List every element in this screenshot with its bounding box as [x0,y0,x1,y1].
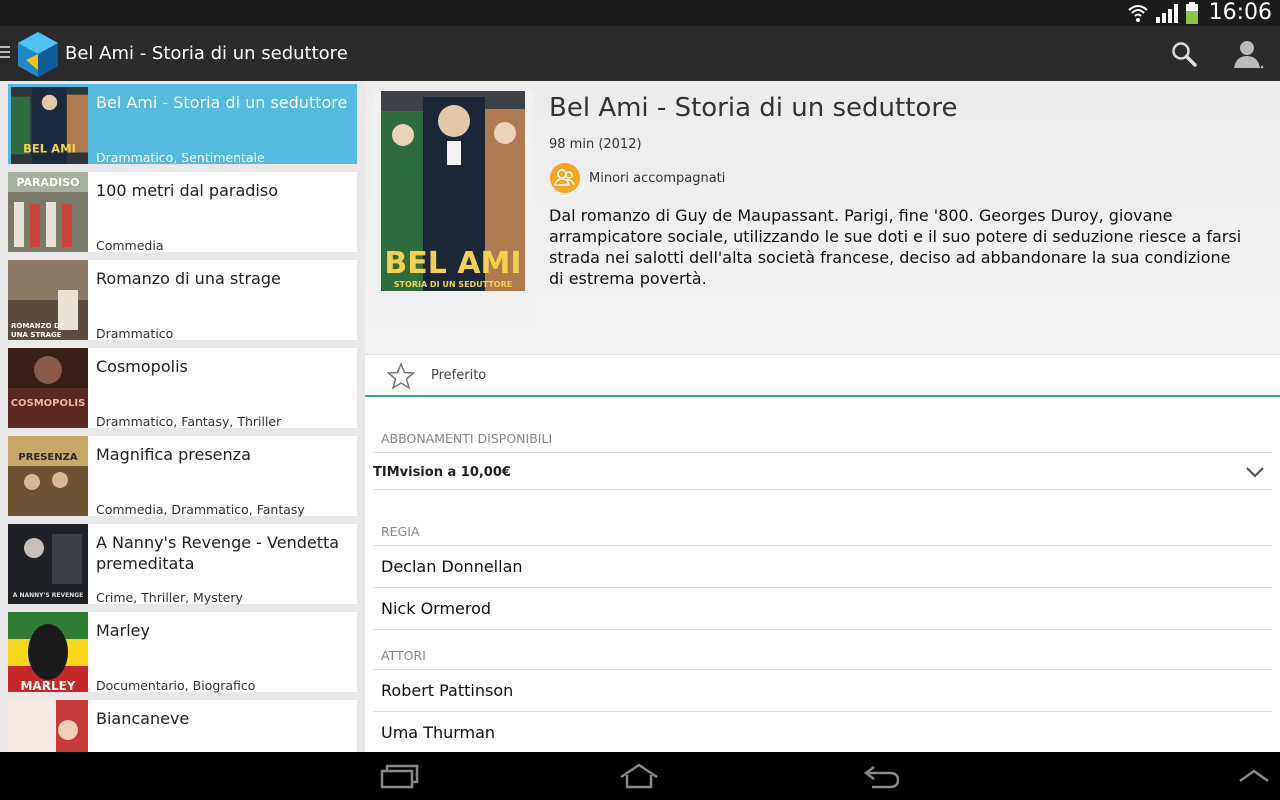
chevron-up-icon[interactable] [1236,761,1276,791]
svg-text:ROMANZO DI: ROMANZO DI [11,322,62,330]
poster-thumbnail: BEL AMI [11,87,88,164]
subscription-dropdown[interactable]: TIMvision a 10,00€ [373,453,1272,490]
list-item-title: Cosmopolis [96,357,188,376]
parental-rating-icon [550,163,580,193]
list-item-title: Biancaneve [96,709,190,728]
chevron-down-icon[interactable] [1244,461,1266,483]
poster-thumbnail [8,700,88,752]
svg-text:STORIA DI UN SEDUTTORE: STORIA DI UN SEDUTTORE [394,280,512,289]
clock: 16:06 [1208,0,1272,25]
favorite-label[interactable]: Preferito [431,368,486,383]
list-item-genres: Crime, Thriller, Mystery [96,590,243,605]
svg-text:MARLEY: MARLEY [20,679,75,692]
home-icon[interactable] [619,761,659,791]
svg-text:PARADISO: PARADISO [16,176,79,189]
search-icon[interactable] [1170,40,1198,68]
list-item-title: Romanzo di una strage [96,269,281,288]
signal-icon [1155,4,1178,23]
movie-description: Dal romanzo di Guy de Maupassant. Parigi… [549,206,1242,288]
detail-header: BEL AMI STORIA DI UN SEDUTTORE Bel Ami -… [365,81,1280,354]
list-item[interactable]: A NANNY'S REVENGE A Nanny's Revenge - Ve… [8,524,357,605]
app-title: Bel Ami - Storia di un seduttore [65,43,348,64]
list-item-title: Magnifica presenza [96,445,251,464]
svg-text:BEL AMI: BEL AMI [23,141,76,155]
movie-poster: BEL AMI STORIA DI UN SEDUTTORE [373,91,533,329]
subscriptions-header: ABBONAMENTI DISPONIBILI [373,424,1272,453]
list-item-genres: Commedia, Drammatico, Fantasy [96,502,305,517]
svg-text:A NANNY'S REVENGE: A NANNY'S REVENGE [13,592,84,599]
poster-thumbnail: ROMANZO DI UNA STRAGE [8,260,88,340]
subscription-selected: TIMvision a 10,00€ [373,465,511,480]
navigation-bar [0,752,1280,800]
poster-thumbnail: PARADISO [8,172,88,252]
star-icon[interactable] [387,362,415,390]
poster-thumbnail: COSMOPOLIS [8,348,88,428]
svg-text:UNA STRAGE: UNA STRAGE [11,331,62,339]
list-item[interactable]: PARADISO 100 metri dal paradiso Commedia [8,172,357,253]
list-item-genres: Drammatico, Fantasy, Thriller [96,414,282,429]
list-item-genres: Documentario, Biografico [96,678,256,693]
parental-rating-label: Minori accompagnati [589,171,726,186]
movie-title: Bel Ami - Storia di un seduttore [549,93,958,123]
list-item[interactable]: PRESENZA Magnifica presenza Commedia, Dr… [8,436,357,517]
recent-apps-icon[interactable] [380,761,420,791]
drawer-icon[interactable] [0,46,10,60]
list-item[interactable]: Biancaneve [8,700,357,752]
poster-thumbnail: PRESENZA [8,436,88,516]
action-bar: Bel Ami - Storia di un seduttore [0,26,1280,81]
wifi-icon [1127,5,1148,22]
battery-icon [1185,2,1198,24]
list-item-title: A Nanny's Revenge - Vendetta premeditata [96,533,340,573]
actor-row[interactable]: Uma Thurman [373,712,1272,752]
back-icon[interactable] [862,761,902,791]
director-header: REGIA [373,517,1272,546]
svg-text:PRESENZA: PRESENZA [18,452,78,463]
poster-thumbnail: MARLEY [8,612,88,692]
actors-header: ATTORI [373,641,1272,670]
director-row[interactable]: Nick Ormerod [373,588,1272,630]
list-item[interactable]: ROMANZO DI UNA STRAGE Romanzo di una str… [8,260,357,341]
director-row[interactable]: Declan Donnellan [373,546,1272,588]
movie-list[interactable]: BEL AMI Bel Ami - Storia di un seduttore… [0,81,365,752]
svg-text:BEL AMI: BEL AMI [384,246,521,281]
actors-section: ATTORI Robert Pattinson Uma Thurman [373,641,1272,752]
list-item[interactable]: COSMOPOLIS Cosmopolis Drammatico, Fantas… [8,348,357,429]
actor-row[interactable]: Robert Pattinson [373,670,1272,712]
account-icon[interactable] [1230,38,1266,70]
favorite-bar[interactable]: Preferito [365,354,1280,397]
movie-duration-year: 98 min (2012) [549,137,642,152]
list-item[interactable]: BEL AMI Bel Ami - Storia di un seduttore… [8,84,357,165]
status-bar: 16:06 [0,0,1280,26]
list-item-title: Bel Ami - Storia di un seduttore [96,93,348,112]
movie-detail: BEL AMI STORIA DI UN SEDUTTORE Bel Ami -… [365,81,1280,752]
list-item[interactable]: MARLEY Marley Documentario, Biografico [8,612,357,693]
list-item-title: 100 metri dal paradiso [96,181,278,200]
director-section: REGIA Declan Donnellan Nick Ormerod [373,517,1272,630]
list-item-title: Marley [96,621,150,640]
subscriptions-section: ABBONAMENTI DISPONIBILI [373,424,1272,453]
list-item-genres: Commedia [96,238,164,253]
poster-thumbnail: A NANNY'S REVENGE [8,524,88,604]
svg-text:COSMOPOLIS: COSMOPOLIS [11,398,86,409]
status-icons: 16:06 [1127,0,1272,26]
list-item-genres: Drammatico [96,326,174,341]
app-logo-icon[interactable] [16,30,60,78]
list-item-genres: Drammatico, Sentimentale [96,150,265,165]
